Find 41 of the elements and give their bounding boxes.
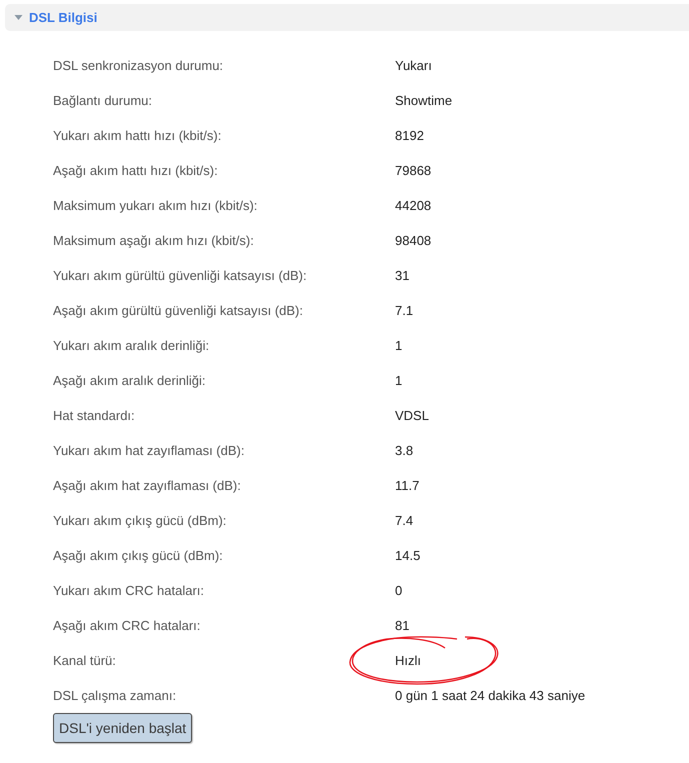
field-label: DSL çalışma zamanı: <box>53 686 176 705</box>
field-value: 11.7 <box>395 476 420 495</box>
field-label: Yukarı akım gürültü güvenliği katsayısı (dB): <box>53 266 307 285</box>
field-value: 7.1 <box>395 302 414 320</box>
field-value: 1 <box>395 336 402 355</box>
field-label: Aşağı akım gürültü güvenliği katsayısı (dB): <box>53 302 304 320</box>
field-value: Hızlı <box>395 652 421 670</box>
field-value: 0 gün 1 saat 24 dakika 43 saniye <box>395 686 586 705</box>
field-label: Aşağı akım hattı hızı (kbit/s): <box>53 162 218 180</box>
field-label: Bağlantı durumu: <box>53 92 152 110</box>
field-label: Yukarı akım CRC hataları: <box>53 582 204 600</box>
section-title: DSL Bilgisi <box>29 8 98 27</box>
restart-button[interactable]: DSL'i yeniden başlat <box>53 713 192 743</box>
field-value: 79868 <box>395 162 432 180</box>
field-label: Maksimum aşağı akım hızı (kbit/s): <box>53 232 254 250</box>
field-value: 7.4 <box>395 512 414 530</box>
section-header[interactable]: DSL Bilgisi <box>5 4 689 31</box>
field-label: DSL senkronizasyon durumu: <box>53 56 224 75</box>
field-label: Maksimum yukarı akım hızı (kbit/s): <box>53 196 258 215</box>
field-value: 8192 <box>395 126 424 145</box>
field-label: Hat standardı: <box>53 406 135 425</box>
field-label: Yukarı akım aralık derinliği: <box>53 336 210 355</box>
field-label: Yukarı akım hat zayıflaması (dB): <box>53 442 244 460</box>
field-value: 3.8 <box>395 442 414 460</box>
field-value: 81 <box>395 616 410 635</box>
field-label: Yukarı akım hattı hızı (kbit/s): <box>53 126 222 145</box>
field-value: Showtime <box>395 92 452 110</box>
field-value: 98408 <box>395 232 432 250</box>
field-label: Yukarı akım çıkış gücü (dBm): <box>53 512 226 530</box>
field-value: 31 <box>395 266 410 285</box>
field-value: 1 <box>395 372 402 390</box>
field-value: VDSL <box>395 406 429 425</box>
field-label: Aşağı akım aralık derinliği: <box>53 372 206 390</box>
field-value: 44208 <box>395 196 432 215</box>
field-label: Aşağı akım hat zayıflaması (dB): <box>53 476 241 495</box>
field-label: Aşağı akım çıkış gücü (dBm): <box>53 546 223 565</box>
field-value: 0 <box>395 582 402 600</box>
field-value: Yukarı <box>395 56 432 75</box>
field-label: Kanal türü: <box>53 652 116 670</box>
field-label: Aşağı akım CRC hataları: <box>53 616 200 635</box>
field-value: 14.5 <box>395 546 420 565</box>
